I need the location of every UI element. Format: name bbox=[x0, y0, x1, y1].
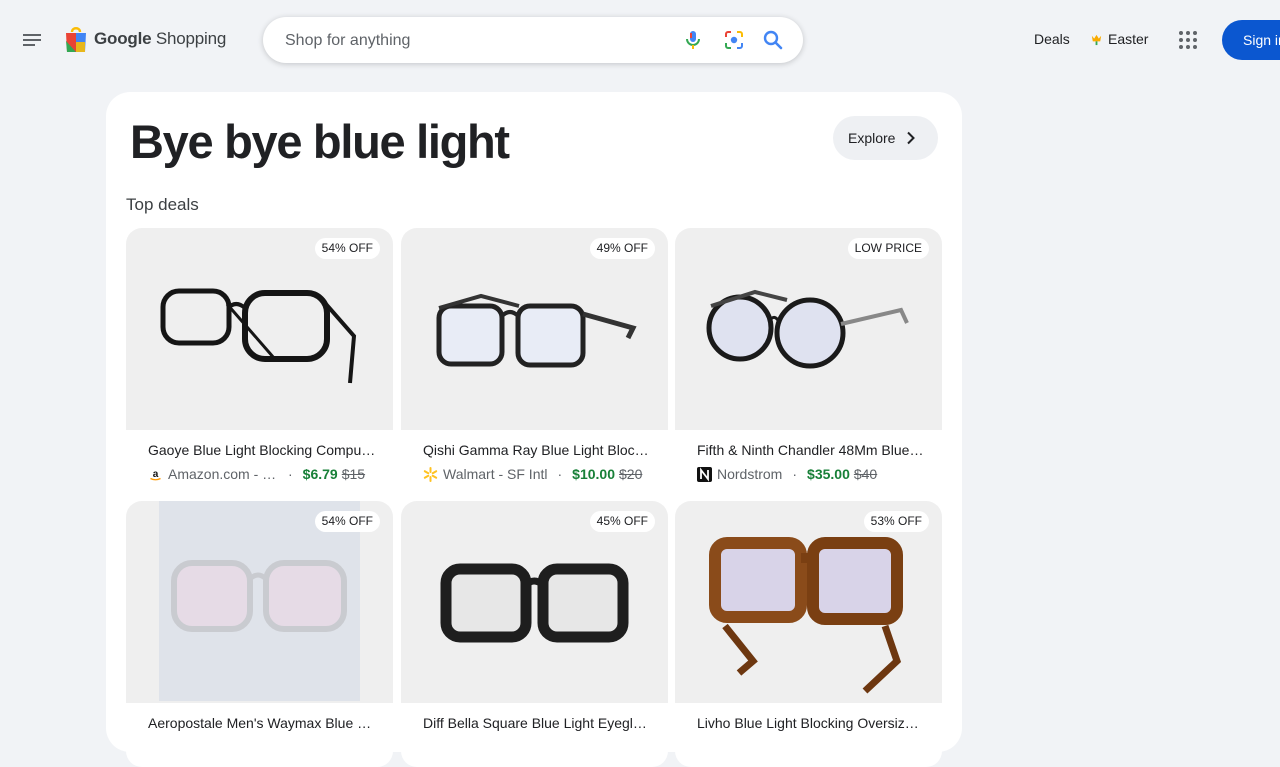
logo-text-shopping: Shopping bbox=[155, 29, 227, 48]
flower-icon bbox=[1091, 34, 1102, 45]
product-image: 53% OFF bbox=[675, 501, 942, 703]
discount-badge: 53% OFF bbox=[863, 511, 929, 532]
product-card[interactable]: 54% OFF Gaoye Blue Light Blocking Comput… bbox=[126, 228, 393, 494]
price: $35.00 bbox=[807, 466, 850, 482]
product-title[interactable]: Gaoye Blue Light Blocking Computer Glass… bbox=[148, 442, 376, 458]
product-image: 49% OFF bbox=[401, 228, 668, 430]
chevron-right-icon bbox=[907, 131, 916, 145]
svg-text:a: a bbox=[153, 469, 159, 480]
original-price: $20 bbox=[619, 466, 643, 482]
easter-link[interactable]: Easter bbox=[1090, 31, 1148, 47]
product-title[interactable]: Qishi Gamma Ray Blue Light Blocking Glas… bbox=[423, 442, 651, 458]
original-price: $15 bbox=[341, 466, 366, 482]
product-card[interactable]: 45% OFF Diff Bella Square Blue Light Eye… bbox=[401, 501, 668, 767]
apps-grid-icon[interactable] bbox=[1178, 30, 1198, 50]
walmart-logo-icon bbox=[423, 466, 438, 482]
explore-button[interactable]: Explore bbox=[833, 116, 938, 160]
search-icon[interactable] bbox=[761, 28, 785, 52]
product-title[interactable]: Diff Bella Square Blue Light Eyeglasses bbox=[423, 715, 651, 731]
original-price: $40 bbox=[853, 466, 878, 482]
product-card[interactable]: 49% OFF Qishi Gamma Ray Blue Light Block… bbox=[401, 228, 668, 494]
product-title[interactable]: Livho Blue Light Blocking Oversized Glas… bbox=[697, 715, 925, 731]
deals-panel: Bye bye blue light Explore Top deals 54%… bbox=[106, 92, 962, 767]
discount-badge: 49% OFF bbox=[589, 238, 655, 259]
store-name: Walmart - SF Intl bbox=[443, 466, 548, 482]
product-image: 45% OFF bbox=[401, 501, 668, 703]
explore-label: Explore bbox=[848, 130, 896, 146]
product-meta: Walmart - SF Intl · $10.00 $20 bbox=[423, 465, 658, 483]
google-shopping-logo[interactable]: Google Shopping bbox=[64, 24, 226, 54]
product-title[interactable]: Aeropostale Men's Waymax Blue Light Glas… bbox=[148, 715, 376, 731]
logo-text-google: Google bbox=[94, 29, 152, 48]
product-meta: Nordstrom · $35.00 $40 bbox=[697, 465, 932, 483]
discount-badge: 54% OFF bbox=[314, 511, 380, 532]
microphone-icon[interactable] bbox=[681, 28, 705, 52]
separator-dot: · bbox=[288, 466, 293, 482]
search-bar bbox=[263, 17, 803, 65]
price-badge: LOW PRICE bbox=[847, 238, 929, 259]
amazon-logo-icon: a bbox=[148, 466, 163, 482]
nordstrom-logo-icon bbox=[697, 466, 712, 482]
product-card[interactable]: 53% OFF Livho Blue Light Blocking Oversi… bbox=[675, 501, 942, 767]
discount-badge: 45% OFF bbox=[589, 511, 655, 532]
price: $10.00 bbox=[572, 466, 615, 482]
product-card[interactable]: LOW PRICE Fifth & Ninth Chandler 48Mm Bl… bbox=[675, 228, 942, 494]
easter-label: Easter bbox=[1108, 31, 1149, 47]
product-card[interactable]: 54% OFF Aeropostale Men's Waymax Blue Li… bbox=[126, 501, 393, 767]
camera-lens-icon[interactable] bbox=[722, 28, 746, 52]
sign-in-button[interactable]: Sign in bbox=[1222, 20, 1280, 60]
top-bar: Google Shopping Deals Easter bbox=[0, 0, 1280, 80]
price: $6.79 bbox=[302, 466, 338, 482]
discount-badge: 54% OFF bbox=[314, 238, 380, 259]
product-image: LOW PRICE bbox=[675, 228, 942, 430]
separator-dot: · bbox=[557, 466, 563, 482]
product-meta: a Amazon.com - Seller · $6.79 $15 bbox=[148, 465, 383, 483]
product-image: 54% OFF bbox=[126, 501, 393, 703]
search-input[interactable] bbox=[283, 17, 667, 65]
store-name: Amazon.com - Seller bbox=[168, 466, 278, 482]
separator-dot: · bbox=[792, 466, 798, 482]
deals-link[interactable]: Deals bbox=[1034, 31, 1070, 47]
product-image: 54% OFF bbox=[126, 228, 393, 430]
menu-icon[interactable] bbox=[20, 28, 44, 52]
shopping-bag-icon bbox=[66, 27, 86, 52]
product-title[interactable]: Fifth & Ninth Chandler 48Mm Blue Light G… bbox=[697, 442, 925, 458]
page-title: Bye bye blue light bbox=[130, 115, 510, 168]
store-name: Nordstrom bbox=[717, 466, 783, 482]
section-title: Top deals bbox=[126, 195, 199, 214]
